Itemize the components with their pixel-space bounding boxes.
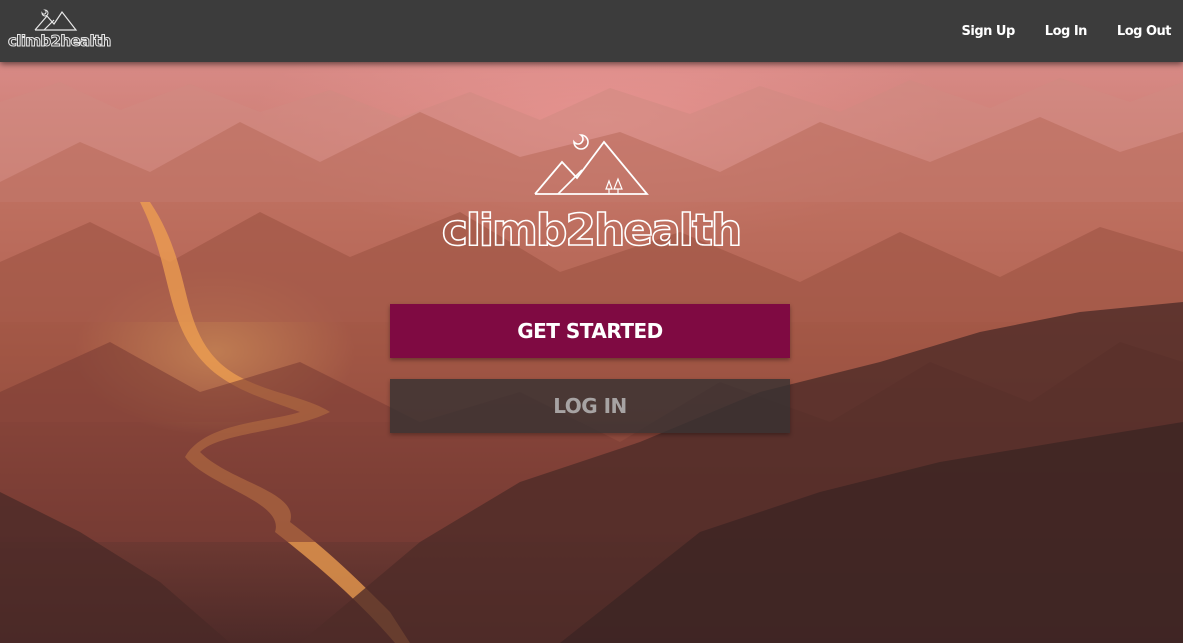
hero-brand-title: climb2health: [441, 204, 743, 257]
mountains-logo-icon: [34, 9, 78, 31]
log-out-link[interactable]: Log Out: [1117, 24, 1172, 39]
log-in-link[interactable]: Log In: [1045, 24, 1088, 39]
hero-background: climb2health GET STARTED LOG IN: [0, 62, 1183, 643]
mountains-moon-trees-icon: [534, 134, 649, 195]
sign-up-link[interactable]: Sign Up: [962, 24, 1016, 39]
landing-page: climb2health Sign Up Log In Log Out clim…: [0, 0, 1183, 643]
log-in-button[interactable]: LOG IN: [390, 379, 790, 433]
nav-logo[interactable]: climb2health: [8, 6, 112, 54]
nav-links: Sign Up Log In Log Out: [932, 0, 1172, 62]
nav-logo-text: climb2health: [8, 32, 112, 51]
navbar: climb2health Sign Up Log In Log Out: [0, 0, 1183, 62]
get-started-button[interactable]: GET STARTED: [390, 304, 790, 358]
